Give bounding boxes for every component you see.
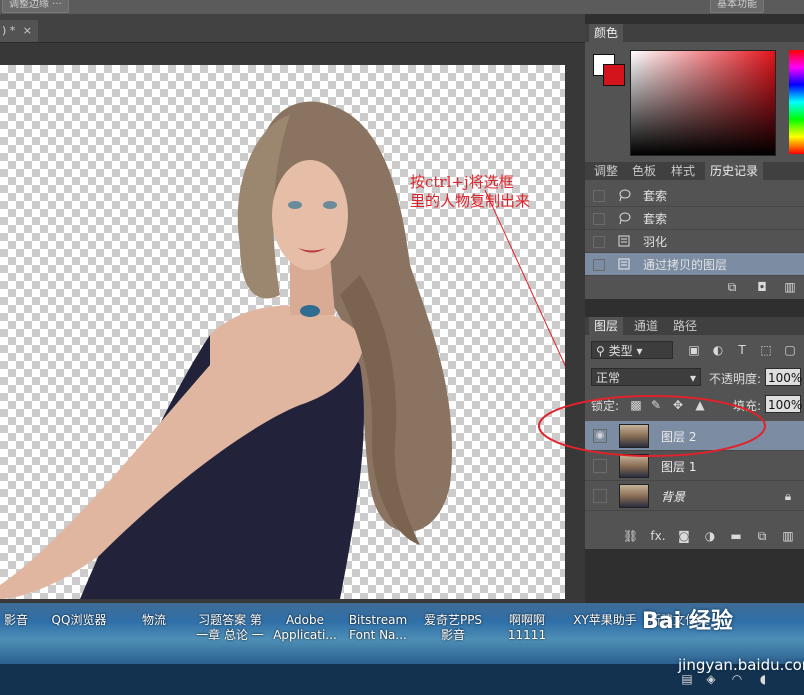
- taskbar-item[interactable]: Bitstream Font Na...: [344, 613, 412, 643]
- annotation-ellipse: [538, 395, 766, 457]
- taskbar-item[interactable]: 啊啊啊11111: [490, 613, 564, 643]
- shield-icon[interactable]: ◈: [704, 672, 718, 686]
- taskbar-item[interactable]: 爱奇艺PPS 影音: [418, 613, 488, 643]
- volume-icon[interactable]: ◖: [756, 672, 770, 686]
- taskbar-item[interactable]: XY苹果助手: [570, 613, 640, 628]
- taskbar-item[interactable]: QQ浏览器: [46, 613, 112, 628]
- baidu-jingyan-logo: Bai 经验: [642, 609, 733, 634]
- wifi-icon[interactable]: ◠: [730, 672, 744, 686]
- annotation-overlay: [538, 395, 766, 457]
- taskbar-item[interactable]: 物流: [132, 613, 176, 628]
- network-icon[interactable]: ▤: [680, 672, 694, 686]
- taskbar-item[interactable]: Adobe Applicati...: [270, 613, 340, 643]
- taskbar-item[interactable]: 习题答案 第 一章 总论 一: [190, 613, 270, 643]
- taskbar-item[interactable]: 影音: [0, 613, 32, 628]
- watermark-url: jingyan.baidu.com: [678, 656, 804, 674]
